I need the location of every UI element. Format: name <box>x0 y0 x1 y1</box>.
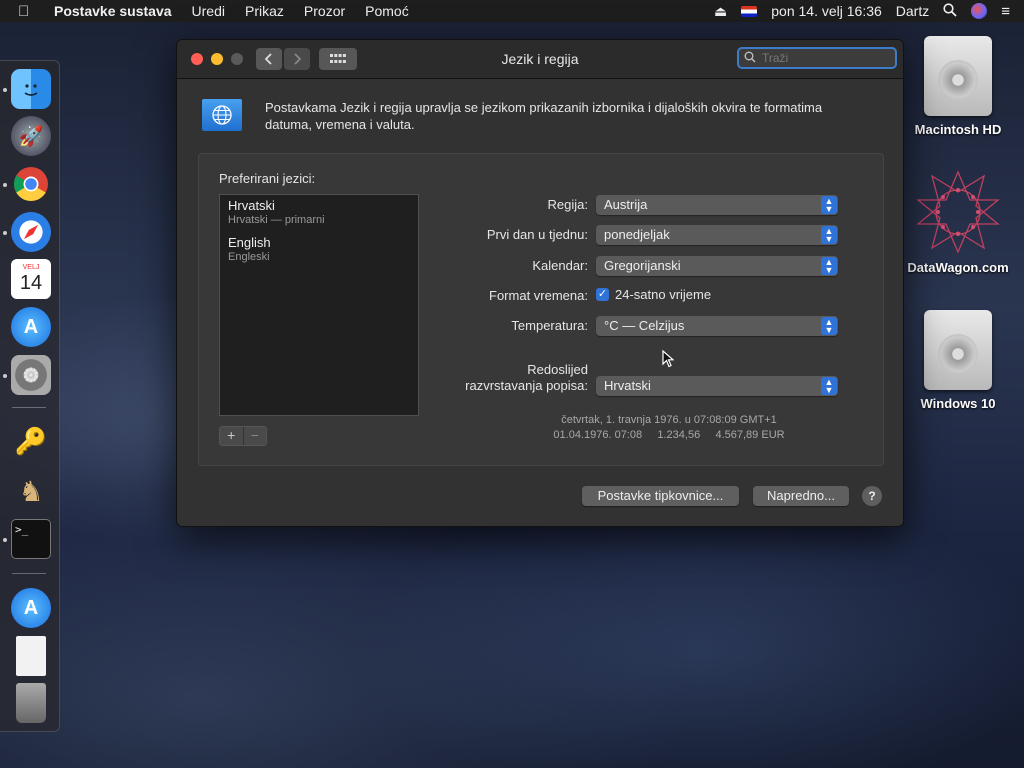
temperature-value: °C — Celzijus <box>604 318 685 333</box>
24-hour-checkbox-label[interactable]: 24-satno vrijeme <box>615 287 711 302</box>
globe-flag-icon <box>202 99 242 131</box>
popup-arrows-icon: ▲ ▼ <box>821 196 837 214</box>
dock-separator <box>12 407 46 408</box>
menu-app[interactable]: Postavke sustava <box>54 3 172 19</box>
language-subtitle: Hrvatski — primarni <box>228 214 325 226</box>
running-indicator <box>3 538 7 542</box>
help-button[interactable]: ? <box>862 486 882 506</box>
temperature-label: Temperatura: <box>511 318 588 333</box>
language-subtitle: Engleski <box>228 251 270 263</box>
dock-separator <box>12 573 46 574</box>
app-store-icon[interactable]: A <box>11 307 51 347</box>
popup-arrows-icon: ▲ ▼ <box>821 226 837 244</box>
desktop-icon-macintosh-hd[interactable]: Macintosh HD <box>903 36 1013 137</box>
calendar-day: 14 <box>19 272 43 294</box>
add-language-button[interactable]: + <box>220 427 243 445</box>
search-field[interactable] <box>737 47 903 69</box>
title-bar[interactable]: Jezik i regija <box>177 40 903 79</box>
spotlight-search-icon[interactable] <box>943 2 957 20</box>
apple-menu-icon[interactable]:  <box>18 3 38 20</box>
eject-icon[interactable]: ⏏ <box>714 3 727 20</box>
settings-panel: Preferirani jezici: Hrvatski Hrvatski — … <box>198 153 884 466</box>
sort-order-label-line2: razvrstavanja popisa: <box>465 378 588 393</box>
downloads-app-store-icon[interactable]: A <box>11 588 51 628</box>
menubar-clock[interactable]: pon 14. velj 16:36 <box>771 3 882 19</box>
24-hour-checkbox[interactable]: ✓ <box>596 288 609 301</box>
region-popup[interactable]: Austrija ▲ ▼ <box>596 195 838 215</box>
sort-order-label-line1: Redoslijed <box>527 362 588 377</box>
keychain-icon[interactable]: 🔑 <box>11 421 51 461</box>
calendar-value: Gregorijanski <box>604 258 681 273</box>
notification-center-icon[interactable]: ≡ <box>1001 3 1010 20</box>
preferred-languages-label: Preferirani jezici: <box>219 171 316 186</box>
keyboard-preferences-button[interactable]: Postavke tipkovnice... <box>582 486 739 506</box>
running-indicator <box>3 88 7 92</box>
dock: 🚀 VELJ 14 A ⚙ 🔑 ♞ >_ A <box>0 60 60 732</box>
siri-icon[interactable] <box>971 3 988 19</box>
running-indicator <box>3 183 7 187</box>
input-source-flag-icon[interactable] <box>741 5 758 17</box>
intro-text: Postavkama Jezik i regija upravlja se je… <box>265 100 823 132</box>
menu-help[interactable]: Pomoć <box>365 3 409 19</box>
launchpad-icon[interactable]: 🚀 <box>11 116 51 156</box>
language-name: Hrvatski <box>228 198 275 213</box>
terminal-icon[interactable]: >_ <box>11 519 51 559</box>
desktop-icon-label: Windows 10 <box>920 396 996 411</box>
search-icon <box>744 51 756 66</box>
format-sample-line1: četvrtak, 1. travnja 1976. u 07:08:09 GM… <box>561 414 777 426</box>
temperature-popup[interactable]: °C — Celzijus ▲ ▼ <box>596 316 838 336</box>
safari-icon[interactable] <box>11 212 51 252</box>
region-value: Austrija <box>604 197 648 212</box>
hard-drive-icon <box>924 36 992 116</box>
sort-order-popup[interactable]: Hrvatski ▲ ▼ <box>596 376 838 396</box>
remove-language-button[interactable]: − <box>242 427 266 445</box>
popup-arrows-icon: ▲ ▼ <box>821 317 837 335</box>
sort-order-value: Hrvatski <box>604 378 651 393</box>
format-sample-line2: 01.04.1976. 07:08 1.234,56 4.567,89 EUR <box>553 429 785 441</box>
region-label: Regija: <box>547 197 588 212</box>
advanced-button[interactable]: Napredno... <box>753 486 849 506</box>
desktop-icon-windows-10[interactable]: Windows 10 <box>903 310 1013 411</box>
add-remove-control: + − <box>219 426 267 446</box>
calendar-month: VELJ <box>22 264 40 271</box>
chess-icon[interactable]: ♞ <box>11 471 51 511</box>
time-format-label: Format vremena: <box>489 288 588 303</box>
menu-bar:  Postavke sustava Uredi Prikaz Prozor P… <box>0 0 1024 22</box>
calendar-icon[interactable]: VELJ 14 <box>11 259 51 299</box>
list-item[interactable]: Hrvatski Hrvatski — primarni <box>228 198 325 226</box>
running-indicator <box>3 231 7 235</box>
menu-view[interactable]: Prikaz <box>245 3 284 19</box>
first-day-label: Prvi dan u tjednu: <box>486 227 588 242</box>
menu-edit[interactable]: Uredi <box>192 3 225 19</box>
chrome-icon[interactable] <box>11 164 51 204</box>
trash-icon[interactable] <box>16 683 46 723</box>
language-region-window: Jezik i regija Postavkama Jezik i regija… <box>176 39 904 527</box>
list-item[interactable]: English Engleski <box>228 235 271 263</box>
language-name: English <box>228 235 271 250</box>
running-indicator <box>3 374 7 378</box>
datawagon-logo-icon <box>916 170 1000 254</box>
search-input[interactable] <box>760 50 903 66</box>
desktop-icon-label: Macintosh HD <box>914 122 1002 137</box>
first-day-popup[interactable]: ponedjeljak ▲ ▼ <box>596 225 838 245</box>
hard-drive-icon <box>924 310 992 390</box>
finder-icon[interactable] <box>11 69 51 109</box>
calendar-popup[interactable]: Gregorijanski ▲ ▼ <box>596 256 838 276</box>
mouse-cursor-icon <box>662 349 675 371</box>
document-icon[interactable] <box>16 636 46 676</box>
menu-window[interactable]: Prozor <box>304 3 345 19</box>
menubar-user[interactable]: Dartz <box>896 3 929 19</box>
popup-arrows-icon: ▲ ▼ <box>821 377 837 395</box>
system-preferences-icon[interactable]: ⚙ <box>11 355 51 395</box>
popup-arrows-icon: ▲ ▼ <box>821 257 837 275</box>
first-day-value: ponedjeljak <box>604 227 670 242</box>
desktop-icon-label: DataWagon.com <box>907 260 1009 275</box>
desktop-icon-datawagon[interactable]: DataWagon.com <box>903 170 1013 275</box>
calendar-label: Kalendar: <box>532 258 588 273</box>
